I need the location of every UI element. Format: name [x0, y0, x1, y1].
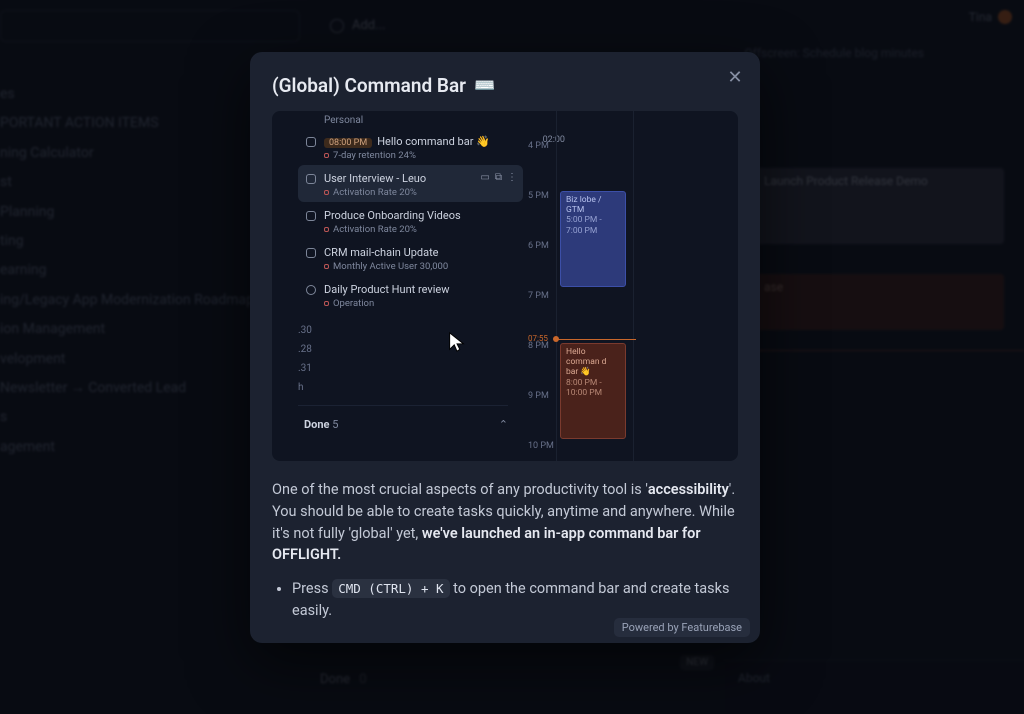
preview-calendar: 4 PM 5 PM 6 PM 7 PM 8 PM 9 PM 10 PM Biz …	[528, 111, 738, 461]
hour-label: 4 PM	[528, 141, 549, 151]
task-subtitle: Monthly Active User 30,000	[306, 259, 515, 272]
more-icon: ⋮	[507, 172, 517, 183]
task-subtitle: 7-day retention 24%	[306, 148, 515, 161]
event-time: 5:00 PM - 7:00 PM	[566, 215, 620, 235]
done-toggle: Done 5 ⌃	[298, 405, 508, 431]
preview-task-list: Personal 08:00 PMHello command bar 👋 7-d…	[298, 111, 523, 431]
event-title: Hello comman d bar 👋	[566, 347, 620, 378]
event-title: Biz lobe / GTM	[566, 195, 620, 215]
task-row: Produce Onboarding Videos Activation Rat…	[298, 202, 523, 239]
modal-title: (Global) Command Bar ⌨️	[250, 52, 760, 111]
close-button[interactable]: ✕	[724, 66, 746, 88]
done-count: 5	[332, 418, 338, 431]
keyboard-shortcut: CMD (CTRL) + K	[332, 579, 449, 598]
checkbox-icon	[306, 211, 316, 221]
now-time: 07:55	[528, 334, 548, 343]
task-row-selected: User Interview - Leuo Activation Rate 20…	[298, 165, 523, 202]
hour-label: 5 PM	[528, 191, 549, 201]
task-subtitle: Operation	[306, 296, 515, 309]
repeat-icon	[306, 285, 316, 295]
task-subtitle: Activation Rate 20%	[306, 222, 515, 235]
task-title: Produce Onboarding Videos	[306, 209, 515, 222]
modal-title-text: (Global) Command Bar	[272, 74, 466, 97]
link-icon: ⧉	[495, 172, 502, 183]
modal-body: One of the most crucial aspects of any p…	[250, 461, 760, 572]
time-pill: 08:00 PM	[324, 138, 372, 148]
calendar-event-blue: Biz lobe / GTM 5:00 PM - 7:00 PM	[560, 191, 626, 287]
hour-label: 7 PM	[528, 291, 549, 301]
checkbox-icon	[306, 174, 316, 184]
category-header: Personal	[298, 111, 523, 128]
task-row: Daily Product Hunt review Operation	[298, 276, 523, 313]
task-row: CRM mail-chain Update Monthly Active Use…	[298, 239, 523, 276]
hour-label: 10 PM	[528, 441, 554, 451]
event-time: 8:00 PM - 10:00 PM	[566, 378, 620, 398]
keyboard-icon: ⌨️	[474, 76, 495, 96]
checkbox-icon	[306, 137, 316, 147]
preview-image: Personal 08:00 PMHello command bar 👋 7-d…	[272, 111, 738, 461]
task-title: 08:00 PMHello command bar 👋	[306, 135, 515, 148]
task-title: CRM mail-chain Update	[306, 246, 515, 259]
done-label: Done	[304, 418, 329, 431]
hour-label: 6 PM	[528, 241, 549, 251]
chevron-up-icon: ⌃	[499, 418, 508, 431]
checkbox-icon	[306, 248, 316, 258]
task-title: Daily Product Hunt review	[306, 283, 515, 296]
hour-label: 9 PM	[528, 391, 549, 401]
task-row: 08:00 PMHello command bar 👋 7-day retent…	[298, 128, 523, 165]
task-actions: ▭ ⧉ ⋮	[480, 172, 517, 183]
now-dot-icon	[553, 336, 559, 342]
day-labels: .30 .28 .31 h	[298, 313, 523, 397]
task-subtitle: Activation Rate 20%	[306, 185, 515, 198]
calendar-event-red: Hello comman d bar 👋 8:00 PM - 10:00 PM	[560, 343, 626, 439]
now-line	[556, 339, 636, 340]
close-icon: ✕	[727, 67, 742, 88]
cursor-icon	[446, 331, 468, 357]
powered-by-link[interactable]: Powered by Featurebase	[614, 618, 750, 637]
calendar-icon: ▭	[480, 172, 489, 183]
announcement-modal: ✕ (Global) Command Bar ⌨️ Personal 08:00…	[250, 52, 760, 643]
